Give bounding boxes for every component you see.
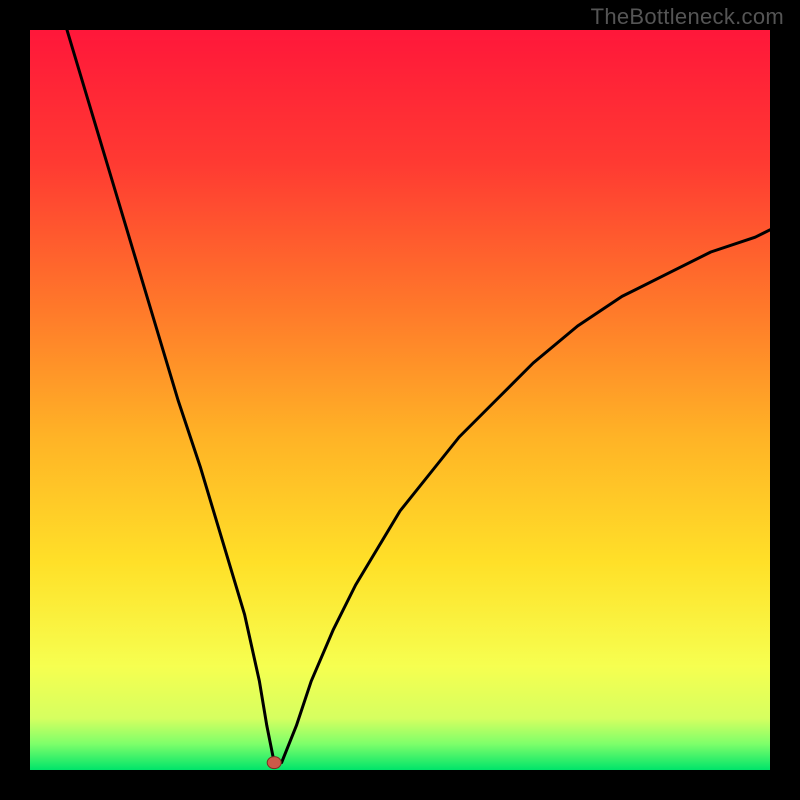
minimum-marker — [267, 757, 281, 769]
chart-frame: TheBottleneck.com — [0, 0, 800, 800]
gradient-background — [30, 30, 770, 770]
plot-area — [30, 30, 770, 770]
watermark-text: TheBottleneck.com — [591, 4, 784, 30]
chart-svg — [30, 30, 770, 770]
